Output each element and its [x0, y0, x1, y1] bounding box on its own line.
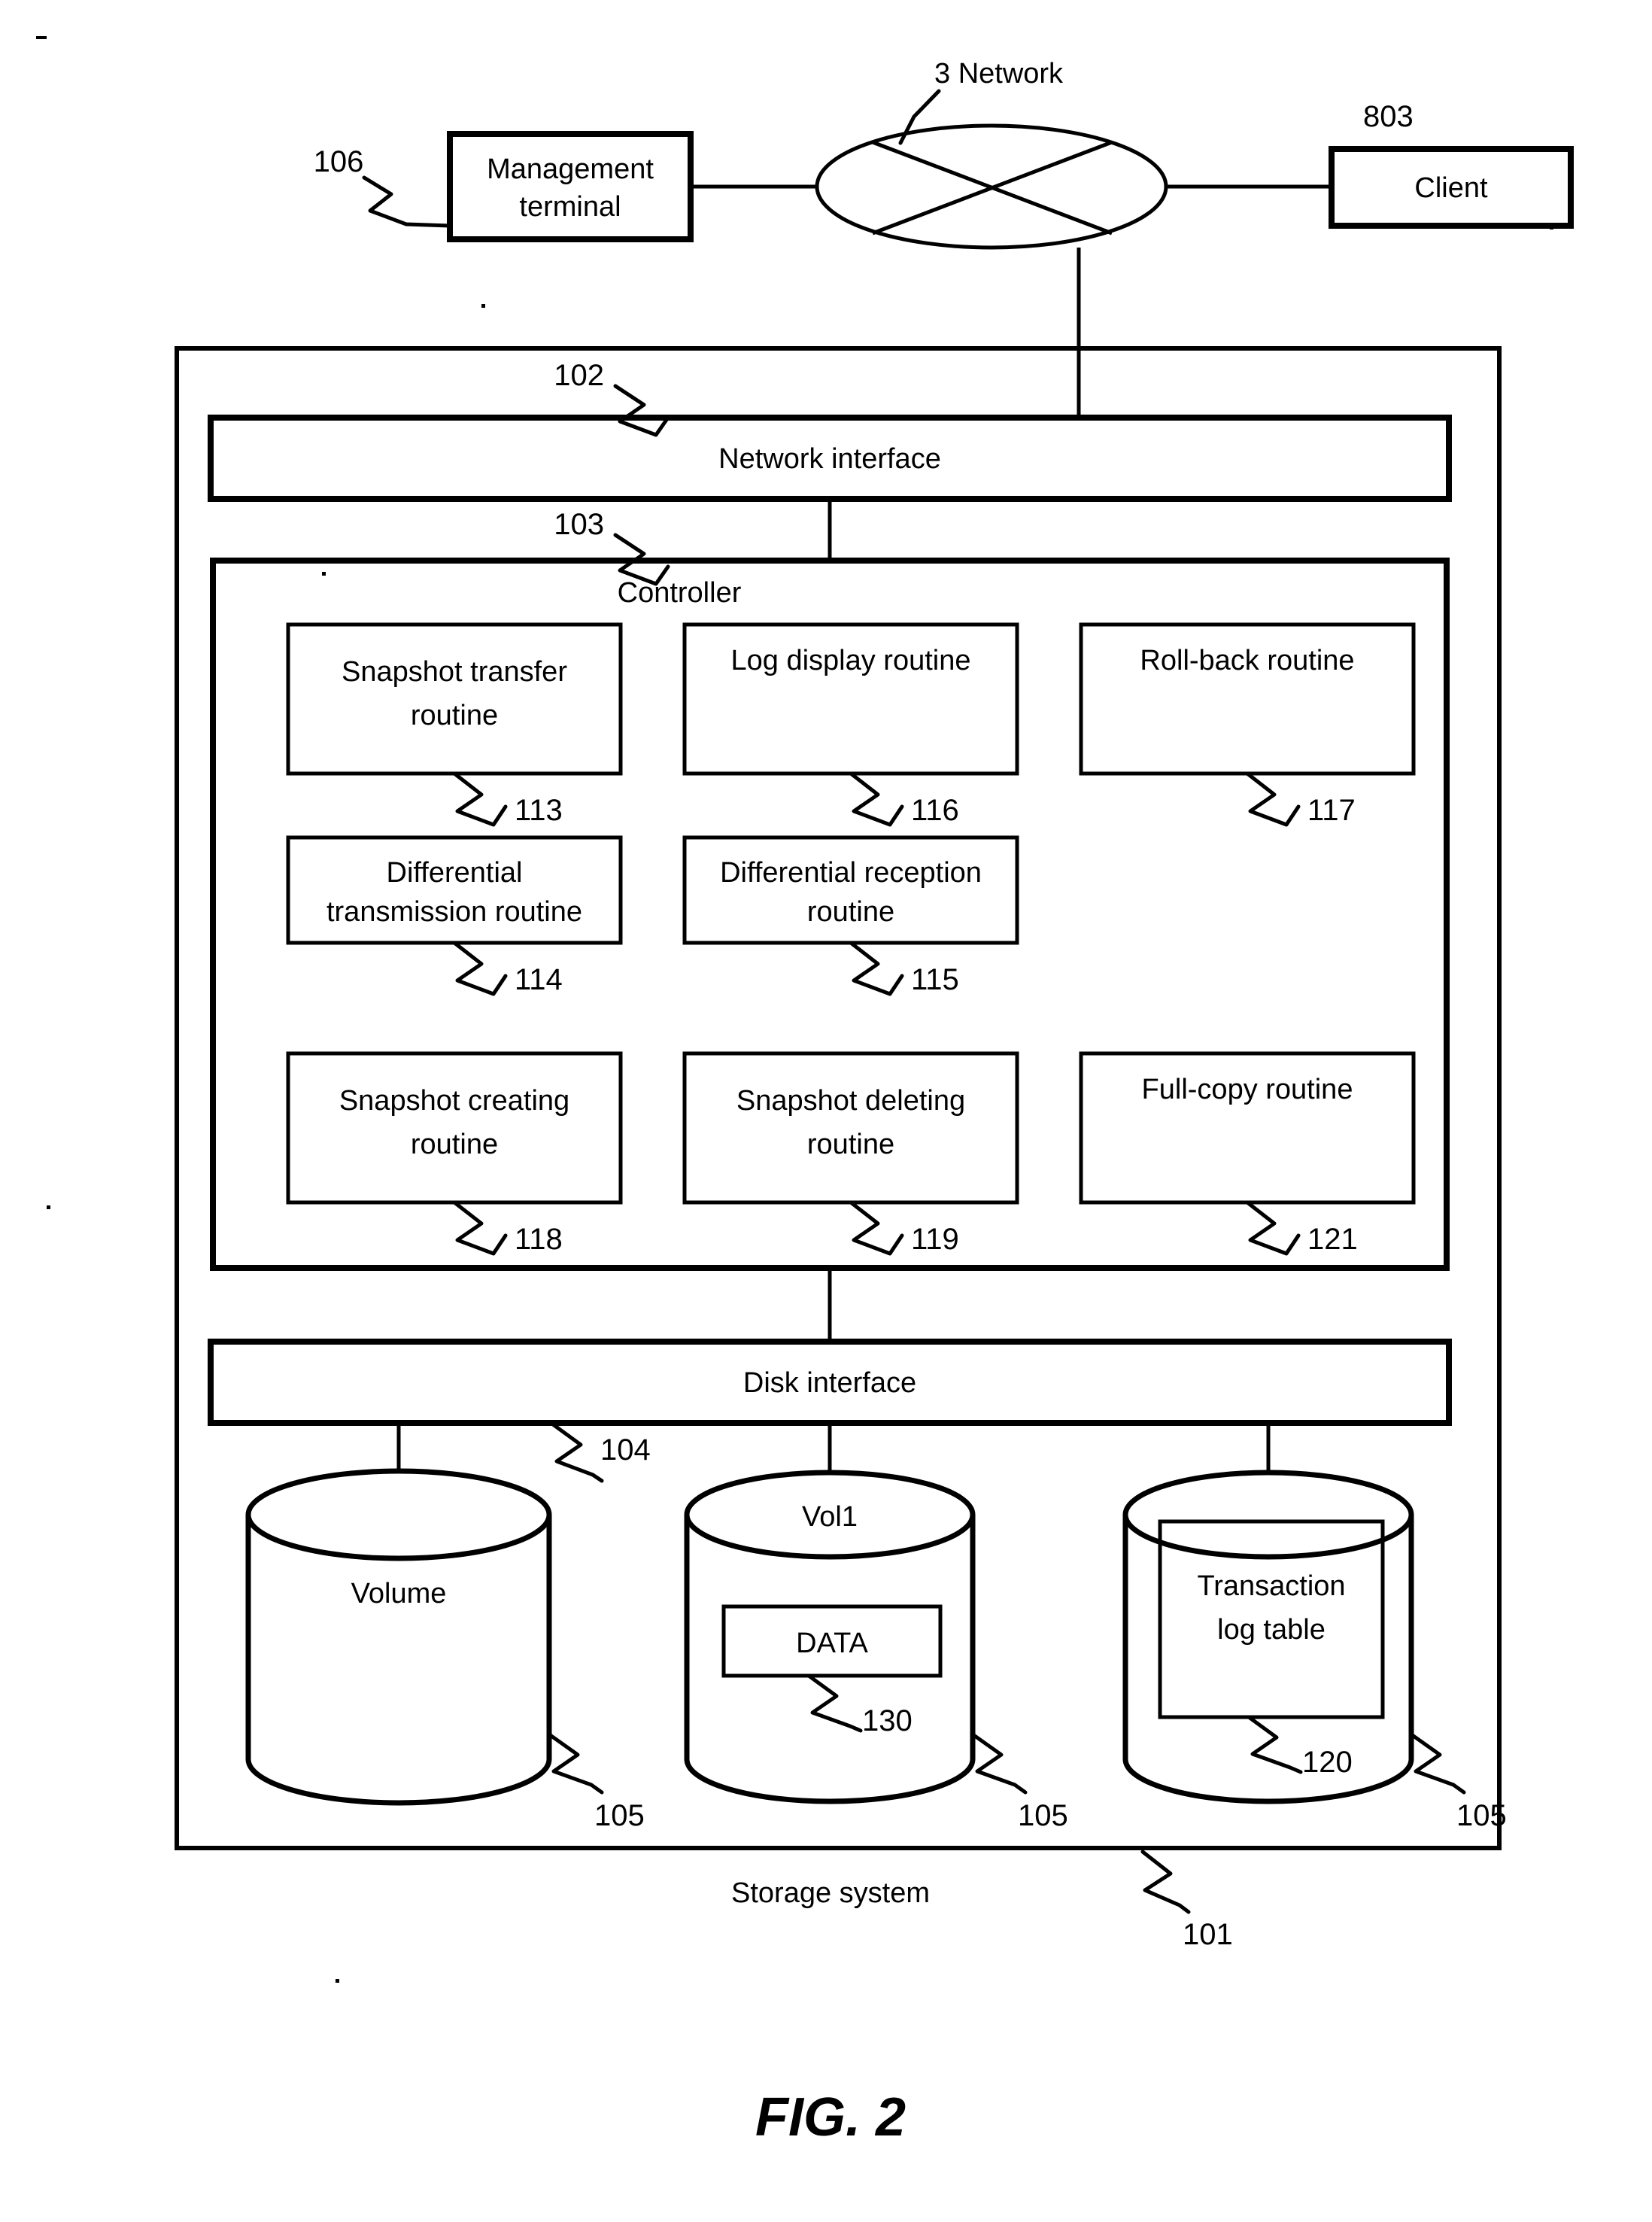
routine-label-differential-transmission-line2: transmission routine: [326, 896, 582, 928]
management-terminal-label-line2: terminal: [519, 191, 621, 223]
scan-speck: [322, 572, 326, 576]
volume-cylinder-3-top: [1122, 1470, 1414, 1560]
network-interface-label: Network interface: [718, 443, 941, 475]
routine-box-snapshot-deleting: [682, 1051, 1019, 1205]
volume-1-ref-leader: [547, 1732, 604, 1795]
routine-label-full-copy-line1: Full-copy routine: [1142, 1074, 1353, 1105]
ref-117-leader: [1245, 771, 1301, 827]
figure-caption: FIG. 2: [755, 2087, 906, 2148]
volume-cylinder-3: Transaction log table 120 105: [1122, 1470, 1507, 1832]
ref-803-label: 803: [1363, 100, 1414, 133]
volume-cylinder-1-top: [245, 1468, 552, 1561]
volume-3-ref-leader: [1409, 1732, 1466, 1795]
scan-speck: [47, 1205, 50, 1209]
ref-119-label: 119: [911, 1223, 959, 1256]
ref-116-label: 116: [911, 794, 959, 827]
scan-speck: [36, 36, 47, 39]
ref-104-leader: [551, 1422, 604, 1483]
ref-114-leader: [452, 941, 508, 996]
routine-label-differential-reception-line1: Differential reception: [720, 857, 982, 889]
volume-cylinder-2-top-label: Vol1: [802, 1501, 858, 1533]
routine-label-snapshot-transfer-line2: routine: [411, 700, 498, 731]
volume-1-ref-label: 105: [594, 1799, 645, 1832]
ref-121-label: 121: [1307, 1223, 1358, 1256]
network-label: 3 Network: [934, 58, 1064, 90]
ref-101-label: 101: [1183, 1918, 1233, 1951]
figure-canvas: Management terminal 106 3 Network Client…: [36, 36, 1574, 2148]
routine-label-differential-transmission-line1: Differential: [387, 857, 523, 889]
scan-speck: [336, 1979, 339, 1983]
volume-3-ref-label: 105: [1456, 1799, 1507, 1832]
transaction-log-table-label-line2: log table: [1217, 1614, 1326, 1646]
ref-101-leader: [1140, 1850, 1191, 1914]
ref-121-leader: [1245, 1200, 1301, 1256]
volume-2-ref-leader: [970, 1732, 1028, 1795]
client-label: Client: [1414, 172, 1488, 204]
routine-box-snapshot-transfer: [286, 622, 623, 776]
ref-119-leader: [849, 1200, 904, 1256]
volume-2-ref-label: 105: [1018, 1799, 1068, 1832]
management-terminal-label-line1: Management: [487, 154, 654, 185]
ref-118-leader: [452, 1200, 508, 1256]
routine-label-snapshot-deleting-line2: routine: [807, 1129, 894, 1160]
routine-label-differential-reception-line2: routine: [807, 896, 894, 928]
routine-label-snapshot-creating-line1: Snapshot creating: [339, 1085, 569, 1117]
ref-106-label: 106: [314, 145, 364, 178]
patent-figure-2: Management terminal 106 3 Network Client…: [0, 0, 1652, 2222]
transaction-log-table-label-line1: Transaction: [1197, 1570, 1345, 1602]
ref-106-leader: [362, 175, 452, 228]
volume-cylinder-1: Volume 105: [245, 1468, 645, 1832]
controller-label: Controller: [618, 577, 742, 609]
ref-102-leader: [613, 384, 670, 437]
ref-102-label: 102: [554, 359, 604, 392]
storage-system-label: Storage system: [731, 1877, 930, 1909]
routine-box-snapshot-creating: [286, 1051, 623, 1205]
ref-118-label: 118: [515, 1223, 563, 1256]
ref-104-label: 104: [600, 1433, 651, 1467]
data-box-label: DATA: [796, 1628, 868, 1659]
routine-label-snapshot-transfer-line1: Snapshot transfer: [342, 656, 567, 688]
management-terminal-box: [447, 131, 694, 242]
ref-113-leader: [452, 771, 508, 827]
ref-130-label: 130: [862, 1704, 913, 1737]
routine-label-snapshot-creating-line2: routine: [411, 1129, 498, 1160]
ref-120-label: 120: [1302, 1746, 1353, 1779]
ref-103-label: 103: [554, 508, 604, 541]
disk-interface-label: Disk interface: [743, 1367, 916, 1399]
scan-speck: [481, 304, 485, 308]
routine-label-snapshot-deleting-line1: Snapshot deleting: [736, 1085, 965, 1117]
ref-115-label: 115: [911, 963, 959, 996]
routine-label-log-display-line1: Log display routine: [731, 645, 971, 676]
ref-113-label: 113: [515, 794, 563, 827]
ref-114-label: 114: [515, 963, 563, 996]
volume-cylinder-1-label: Volume: [351, 1578, 447, 1610]
volume-cylinder-2: Vol1 DATA 130 105: [684, 1470, 1068, 1832]
ref-117-label: 117: [1307, 794, 1356, 827]
ref-116-leader: [849, 771, 904, 827]
ref-115-leader: [849, 941, 904, 996]
routine-label-roll-back-line1: Roll-back routine: [1140, 645, 1354, 676]
